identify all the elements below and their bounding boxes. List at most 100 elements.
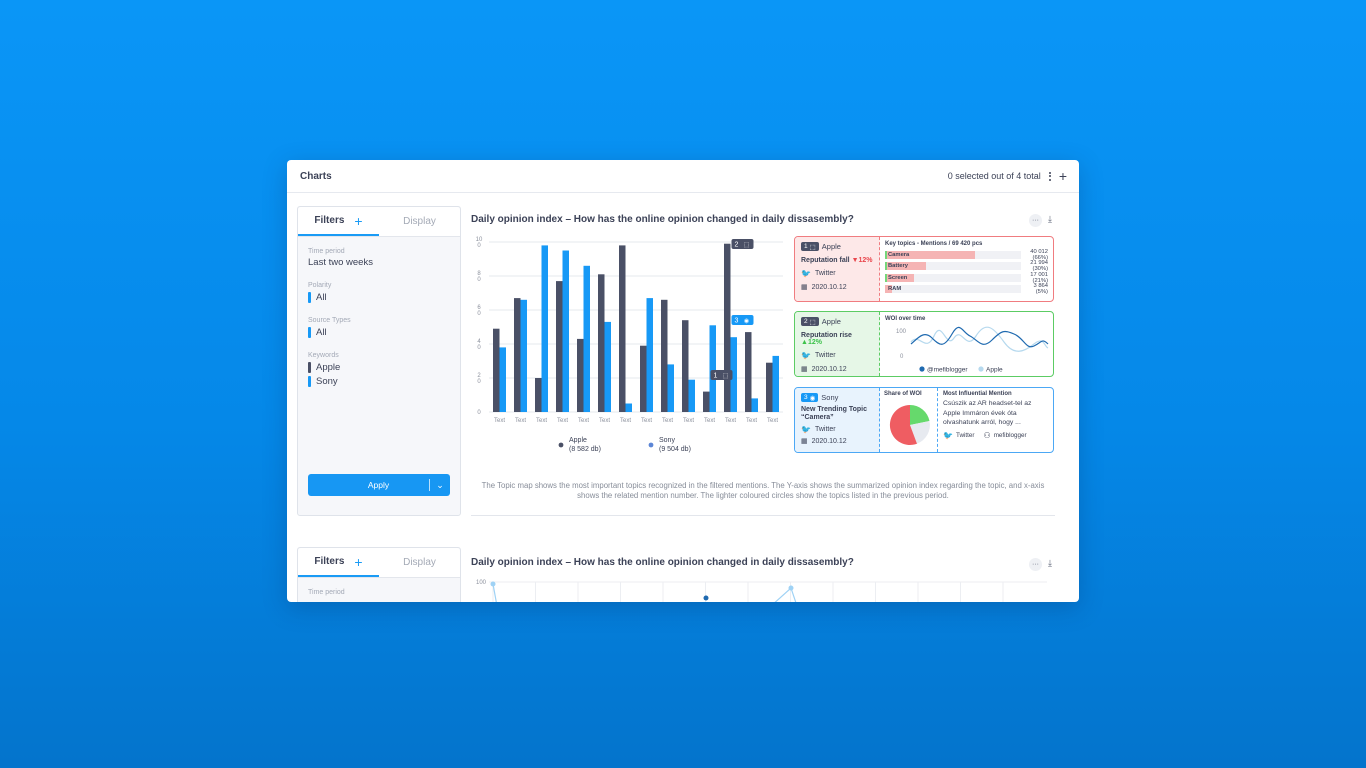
bar-apple: [745, 332, 752, 412]
card2-metric-label: Reputation rise: [801, 332, 852, 339]
x-tick-label: Text: [662, 418, 673, 424]
card2-metric: Reputation rise ▲12%: [801, 332, 873, 346]
insight-card-rise[interactable]: 2 ⬚ Apple Reputation rise ▲12% 🐦 Twitter ▦…: [794, 311, 1054, 377]
time-period-filter[interactable]: Time period Last two weeks: [298, 248, 460, 268]
tab-display[interactable]: Display: [379, 207, 460, 236]
woi-over-time: WOI over time 100 0 @mefiblogger Apple: [880, 312, 1053, 376]
chart1-download-icon[interactable]: ⤓: [1048, 214, 1052, 225]
topic-row: Battery 21 994 (30%): [885, 260, 1048, 272]
bar-sony: [583, 265, 590, 412]
bar-sony: [499, 347, 506, 412]
person-icon: ◉: [744, 319, 749, 325]
add-chart-icon[interactable]: +: [1059, 169, 1067, 183]
twitter-icon: 🐦: [801, 269, 811, 278]
calendar-icon: ▦: [801, 438, 808, 446]
chart2-preview: 100: [476, 580, 1047, 602]
bar-apple: [556, 281, 563, 412]
tab-filters[interactable]: Filters +: [298, 207, 379, 236]
bar-sony: [688, 379, 695, 412]
chart2-download-icon[interactable]: ⤓: [1048, 558, 1052, 569]
add-filter-icon[interactable]: +: [354, 213, 362, 229]
share-of-woi-title: Share of WOI: [884, 391, 922, 397]
chart2-more-icon[interactable]: ···: [1029, 558, 1042, 571]
x-tick-label: Text: [599, 418, 610, 424]
x-tick-label: Text: [704, 418, 715, 424]
bar-sony: [562, 250, 569, 412]
topic-row: RAM 3 864 (5%): [885, 283, 1048, 296]
bar-apple: [682, 320, 689, 412]
topic-value: 40 012 (66%): [1030, 248, 1048, 261]
time-period-value: Last two weeks: [308, 257, 373, 268]
chart-icon: ⬚: [744, 243, 750, 249]
card3-metric: New Trending Topic “Camera”: [801, 406, 867, 422]
calendar-icon: ▦: [801, 284, 808, 291]
bar-sony: [541, 245, 548, 412]
twitter-icon: 🐦: [801, 351, 811, 360]
chart-icon: ⬚: [809, 318, 816, 326]
card1-date: 2020.10.12: [811, 283, 847, 291]
bar-sony: [751, 398, 758, 412]
topic-bar: RAM: [885, 285, 1021, 294]
chart2-point: [788, 585, 794, 591]
x-tick-label: Text: [620, 418, 631, 424]
topic-bar: Battery: [885, 262, 1021, 271]
keywords-filter[interactable]: Keywords Apple Sony: [298, 352, 460, 387]
chart1-more-icon[interactable]: ···: [1029, 214, 1042, 227]
legend-dot-apple: [978, 366, 984, 372]
card3-number: 3: [804, 394, 808, 401]
tab-display-2[interactable]: Display: [379, 548, 460, 577]
card1-down-arrow-icon: ▼: [851, 257, 859, 264]
legend-label-apple: Apple: [569, 437, 587, 444]
topic-name: Screen: [888, 274, 908, 281]
card3-badge: 3 ◉: [801, 393, 819, 402]
mention-author[interactable]: mefiblogger: [994, 432, 1027, 439]
bar-apple: [535, 378, 542, 412]
insight-card-trending[interactable]: 3 ◉ Sony New Trending Topic “Camera” 🐦 Twi…: [794, 387, 1054, 453]
time-period-label: Time period: [308, 248, 345, 255]
topic-value: 17 001 (21%): [1030, 271, 1048, 284]
tab-filters-2[interactable]: Filters +: [298, 548, 379, 577]
chart2-point: [703, 595, 709, 601]
bar-apple: [724, 243, 731, 412]
chart2-point: [490, 581, 496, 587]
woi-series-apple: [910, 326, 1049, 352]
topic-value: 3 864 (5%): [1033, 283, 1048, 296]
apply-button[interactable]: Apply ⌄: [308, 474, 450, 496]
card2-up-arrow-icon: ▲: [801, 339, 808, 346]
legend-label-sony: Sony: [659, 437, 675, 444]
chart2-y-top: 100: [476, 580, 487, 586]
insight-card-fall[interactable]: 1 ⬚ Apple Reputation fall ▼12% 🐦 Twitter ▦…: [794, 236, 1054, 302]
card2-badge: 2 ⬚: [801, 317, 819, 326]
keyword-apple: Apple: [316, 361, 341, 373]
add-filter-icon[interactable]: +: [354, 554, 362, 570]
polarity-value: All: [316, 291, 327, 303]
key-topics: Key topics - Mentions / 69 420 pcs Camer…: [880, 237, 1053, 301]
source-types-value: All: [316, 326, 327, 338]
keywords-label: Keywords: [308, 352, 339, 359]
user-icon: ⚇: [983, 430, 991, 440]
source-types-label: Source Types: [308, 317, 351, 324]
chart1-description: The Topic map shows the most important t…: [481, 481, 1045, 500]
card1-badge: 1 ⬚: [801, 242, 819, 251]
source-types-marker: [308, 326, 311, 338]
tab-display-label: Display: [403, 216, 436, 227]
woi-y-top: 100: [896, 329, 907, 335]
chevron-down-icon[interactable]: ⌄: [430, 480, 450, 491]
most-influential-mention: Most Influential Mention Csúszik az AR h…: [938, 388, 1053, 452]
more-options-icon[interactable]: [1047, 171, 1053, 181]
x-tick-label: Text: [641, 418, 652, 424]
polarity-filter[interactable]: Polarity All: [298, 282, 460, 303]
source-types-filter[interactable]: Source Types All: [298, 317, 460, 338]
polarity-label: Polarity: [308, 282, 332, 289]
apple-keyword-marker: [308, 361, 311, 373]
tab-display-label-2: Display: [403, 557, 436, 568]
x-tick-label: Text: [683, 418, 694, 424]
bar-apple: [640, 345, 647, 412]
card3-brand: Sony: [821, 393, 839, 402]
time-period-filter-2[interactable]: Time period: [298, 589, 460, 596]
card2-number: 2: [804, 318, 808, 325]
marker-label: 1: [714, 373, 718, 380]
share-of-woi: Share of WOI: [880, 388, 938, 452]
person-icon: ◉: [809, 394, 816, 402]
card2-change: ▲12%: [801, 339, 822, 346]
